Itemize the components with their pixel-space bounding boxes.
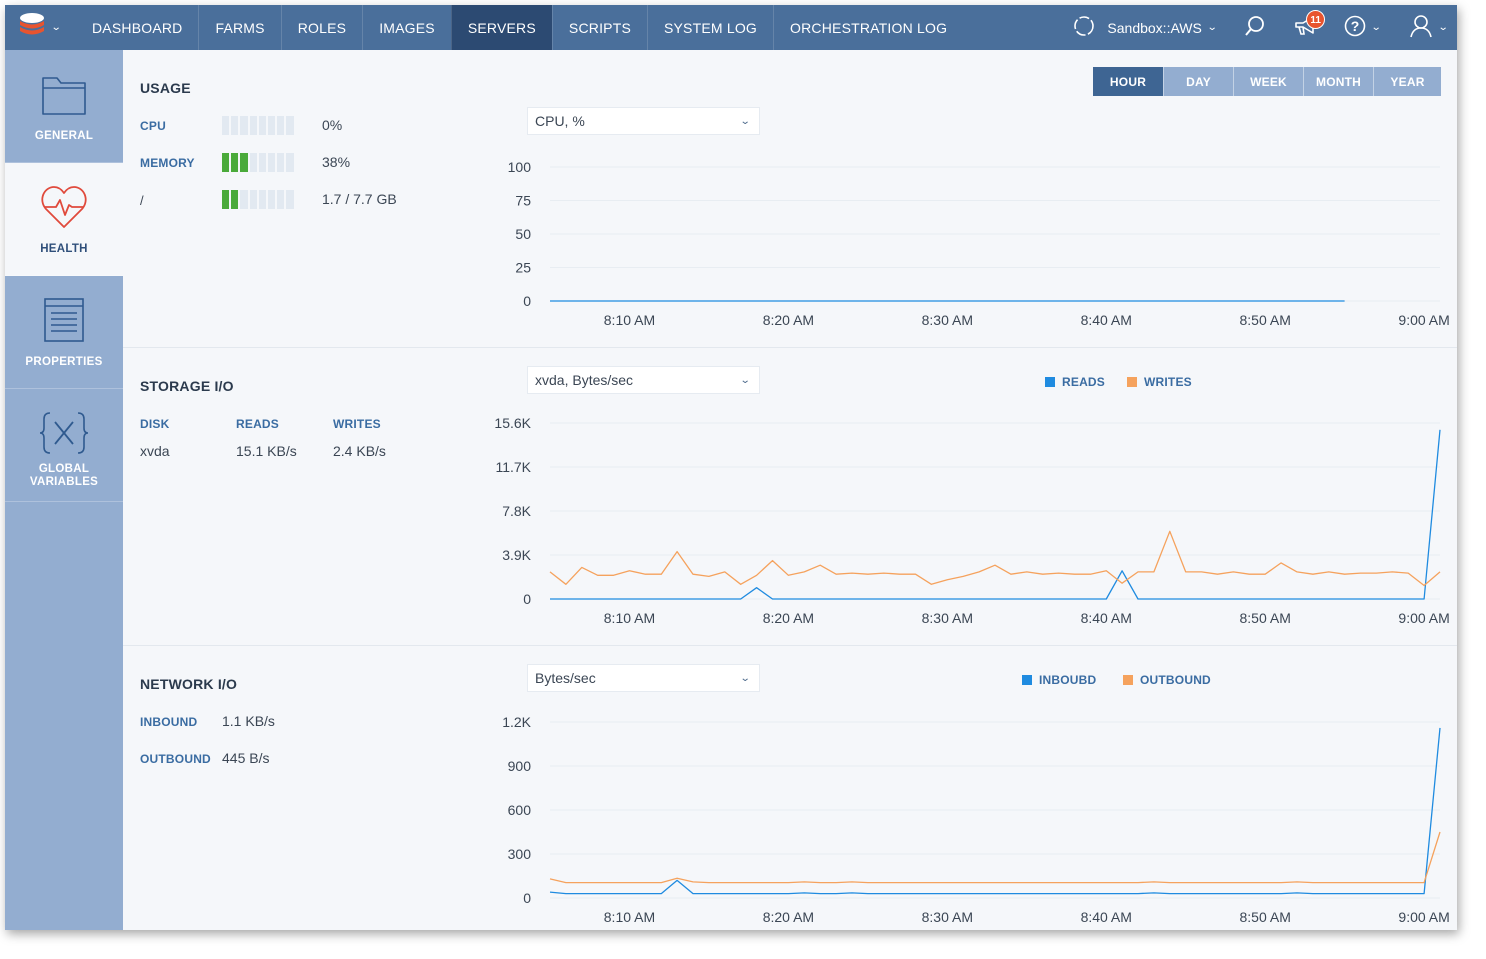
help-icon: ? <box>1344 15 1366 40</box>
nav-roles[interactable]: ROLES <box>280 5 362 50</box>
x-tick-label: 8:30 AM <box>922 312 973 328</box>
notification-badge: 11 <box>1306 10 1326 29</box>
svg-text:?: ? <box>1351 18 1360 34</box>
y-tick-label: 3.9K <box>502 547 531 563</box>
series-line-writes <box>549 530 1441 587</box>
x-tick-label: 8:10 AM <box>604 610 655 626</box>
chevron-down-icon: ⌄ <box>51 22 62 33</box>
app-window: ⌄ DASHBOARD FARMS ROLES IMAGES SERVERS S… <box>5 5 1457 930</box>
y-tick-label: 600 <box>508 802 532 818</box>
y-tick-label: 7.8K <box>502 503 531 519</box>
environment-icon <box>1073 15 1095 40</box>
announcements-button[interactable]: 11 <box>1284 5 1330 50</box>
chevron-down-icon: ⌄ <box>1437 22 1449 33</box>
environment-selector[interactable]: Sandbox::AWS ⌄ <box>1063 5 1226 50</box>
y-tick-label: 900 <box>508 758 532 774</box>
user-icon <box>1409 14 1433 41</box>
x-tick-label: 8:30 AM <box>922 909 973 925</box>
x-tick-label: 8:40 AM <box>1081 909 1132 925</box>
sidebar: GENERAL HEALTH PROPERTIES GLOBAL VARIABL… <box>5 50 123 930</box>
sidebar-item-general[interactable]: GENERAL <box>5 50 123 163</box>
sidebar-item-label: GENERAL <box>34 130 94 142</box>
sidebar-item-label: HEALTH <box>40 243 88 255</box>
search-button[interactable] <box>1234 5 1276 50</box>
nav-orchestration-log[interactable]: ORCHESTRATION LOG <box>773 5 963 50</box>
y-tick-label: 1.2K <box>502 714 531 730</box>
nav-dashboard[interactable]: DASHBOARD <box>76 5 198 50</box>
x-tick-label: 8:20 AM <box>763 610 814 626</box>
x-tick-label: 9:00 AM <box>1398 610 1449 626</box>
y-tick-label: 75 <box>515 193 531 209</box>
y-tick-label: 100 <box>508 159 532 175</box>
chevron-down-icon: ⌄ <box>1206 22 1218 33</box>
y-tick-label: 50 <box>515 226 531 242</box>
x-tick-label: 8:40 AM <box>1081 610 1132 626</box>
top-navigation-bar: ⌄ DASHBOARD FARMS ROLES IMAGES SERVERS S… <box>5 5 1457 50</box>
search-icon <box>1244 15 1266 40</box>
x-tick-label: 8:30 AM <box>922 610 973 626</box>
document-icon <box>43 294 85 346</box>
help-menu[interactable]: ? ⌄ <box>1334 5 1390 50</box>
topbar-tools: Sandbox::AWS ⌄ 11 ? ⌄ ⌄ <box>1063 5 1457 50</box>
sidebar-item-global-variables[interactable]: GLOBAL VARIABLES <box>5 389 123 502</box>
health-panel: HOUR DAY WEEK MONTH YEAR USAGE CPU 0% ME… <box>123 50 1457 930</box>
nav-images[interactable]: IMAGES <box>362 5 451 50</box>
app-menu-button[interactable]: ⌄ <box>5 5 74 50</box>
chevron-down-icon: ⌄ <box>1370 22 1382 33</box>
nav-scripts[interactable]: SCRIPTS <box>551 5 647 50</box>
sidebar-item-label: PROPERTIES <box>25 356 103 368</box>
series-line-inboubd <box>549 727 1441 895</box>
environment-name: Sandbox::AWS <box>1107 19 1202 36</box>
x-tick-label: 8:50 AM <box>1239 312 1290 328</box>
x-tick-label: 9:00 AM <box>1398 909 1449 925</box>
series-line-outbound <box>549 831 1441 884</box>
x-tick-label: 8:10 AM <box>604 312 655 328</box>
x-tick-label: 8:10 AM <box>604 909 655 925</box>
y-tick-label: 25 <box>515 260 531 276</box>
y-tick-label: 300 <box>508 846 532 862</box>
y-tick-label: 11.7K <box>495 459 531 475</box>
nav-system-log[interactable]: SYSTEM LOG <box>646 5 773 50</box>
sidebar-item-properties[interactable]: PROPERTIES <box>5 276 123 389</box>
sidebar-item-health[interactable]: HEALTH <box>5 163 123 276</box>
x-tick-label: 8:20 AM <box>763 312 814 328</box>
heart-pulse-icon <box>40 181 88 233</box>
x-tick-label: 9:00 AM <box>1398 312 1449 328</box>
y-tick-label: 0 <box>523 293 531 309</box>
variable-braces-icon <box>38 407 90 459</box>
y-tick-label: 15.6K <box>494 415 531 431</box>
nav-servers[interactable]: SERVERS <box>450 5 552 50</box>
charts-layer: 0 25 50 75 100 8:10 AM 8:20 AM 8:30 AM 8:40 AM 8:… <box>494 159 1449 925</box>
folder-icon <box>41 68 87 120</box>
x-tick-label: 8:50 AM <box>1239 610 1290 626</box>
main-nav: DASHBOARD FARMS ROLES IMAGES SERVERS SCR… <box>76 5 963 50</box>
y-tick-label: 0 <box>523 591 531 607</box>
stack-logo-icon <box>18 12 46 43</box>
x-tick-label: 8:40 AM <box>1081 312 1132 328</box>
y-tick-label: 0 <box>523 890 531 906</box>
user-menu[interactable]: ⌄ <box>1399 5 1457 50</box>
nav-farms[interactable]: FARMS <box>198 5 280 50</box>
x-tick-label: 8:20 AM <box>763 909 814 925</box>
sidebar-item-label: GLOBAL VARIABLES <box>29 463 99 488</box>
x-tick-label: 8:50 AM <box>1239 909 1290 925</box>
